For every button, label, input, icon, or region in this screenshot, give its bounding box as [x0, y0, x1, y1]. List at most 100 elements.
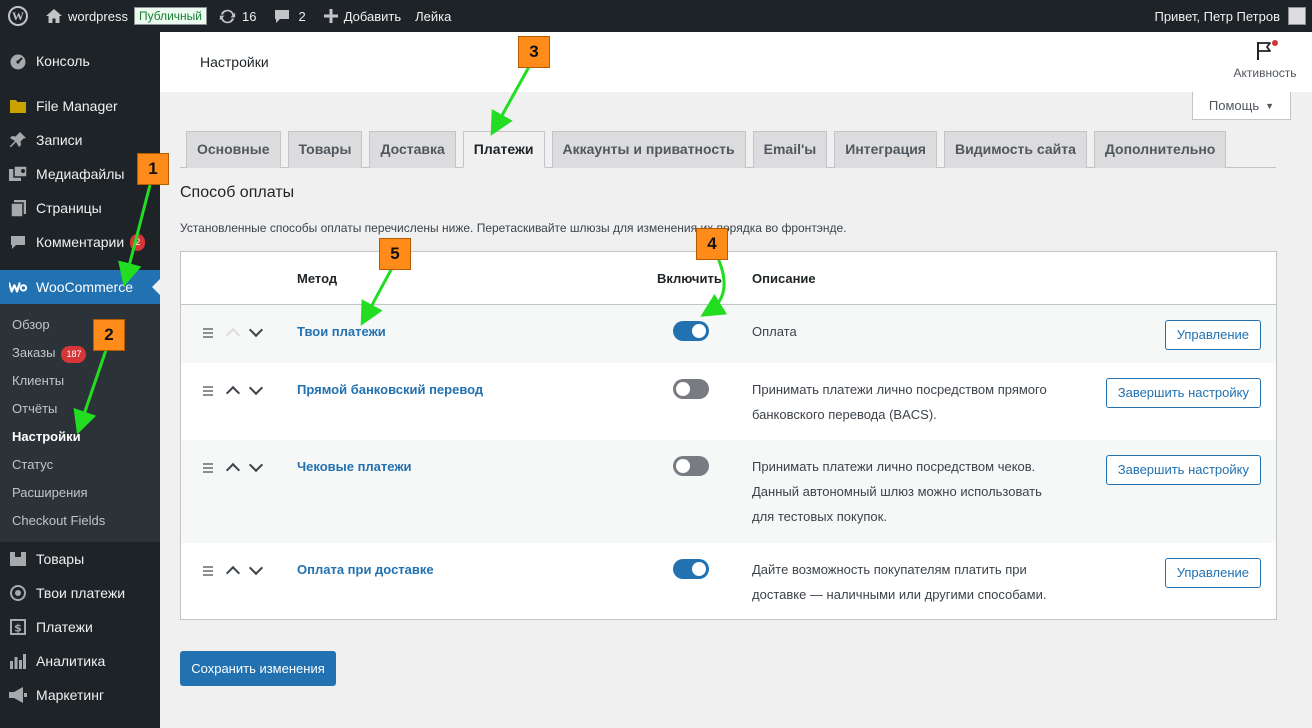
drag-handle-icon[interactable] [203, 386, 213, 398]
submenu-label: Обзор [12, 317, 50, 332]
finish-setup-button[interactable]: Завершить настройку [1105, 455, 1261, 485]
table-row: Чековые платежи Принимать платежи лично … [181, 440, 1276, 543]
sidebar-item-media[interactable]: Медиафайлы [0, 157, 160, 191]
tab-accounts-privacy[interactable]: Аккаунты и приватность [551, 131, 746, 168]
sidebar-item-pages[interactable]: Страницы [0, 191, 160, 225]
add-new-link[interactable]: Добавить [318, 0, 407, 32]
drag-handle-icon[interactable] [203, 328, 213, 340]
description-line: Данный автономный шлюз можно использоват… [752, 484, 1042, 499]
move-down-icon[interactable] [248, 457, 264, 473]
annotation-badge-4: 4 [696, 228, 728, 260]
tab-general[interactable]: Основные [186, 131, 281, 168]
sidebar-item-file-manager[interactable]: File Manager [0, 89, 160, 123]
help-button[interactable]: Помощь ▼ [1192, 92, 1291, 120]
gateway-description: Дайте возможность покупателям платить пр… [752, 557, 1092, 607]
submenu-item-customers[interactable]: Клиенты [0, 367, 160, 395]
wordpress-icon: W [8, 6, 28, 26]
description-line: для тестовых покупок. [752, 509, 887, 524]
help-label: Помощь [1208, 98, 1260, 113]
move-up-icon[interactable] [225, 462, 241, 478]
wordpress-logo-button[interactable]: W [0, 0, 40, 32]
submenu-item-reports[interactable]: Отчёты [0, 395, 160, 423]
save-changes-button[interactable]: Сохранить изменения [180, 651, 336, 686]
submenu-label: Настройки [12, 429, 81, 444]
manage-button[interactable]: Управление [1164, 320, 1261, 350]
sidebar-item-comments[interactable]: Комментарии 2 [0, 225, 160, 259]
sidebar-item-label: Твои платежи [36, 585, 126, 601]
woocommerce-submenu: Обзор Заказы 187 Клиенты Отчёты Настройки… [0, 304, 160, 542]
manage-button[interactable]: Управление [1164, 558, 1261, 588]
sidebar-item-marketing[interactable]: Маркетинг [0, 678, 160, 712]
sidebar-item-posts[interactable]: Записи [0, 123, 160, 157]
my-account[interactable]: Привет, Петр Петров [1154, 7, 1312, 25]
gateway-enable-toggle[interactable] [673, 379, 709, 399]
move-up-icon[interactable] [225, 565, 241, 581]
gateway-name-link[interactable]: Твои платежи [297, 324, 386, 339]
submenu-label: Клиенты [12, 373, 65, 388]
annotation-badge-3: 3 [518, 36, 550, 68]
products-icon [9, 550, 27, 568]
submenu-item-orders[interactable]: Заказы 187 [0, 339, 160, 367]
move-down-icon[interactable] [248, 322, 264, 338]
submenu-label: Статус [12, 457, 54, 472]
drag-handle-icon[interactable] [203, 463, 213, 475]
tab-shipping[interactable]: Доставка [369, 131, 456, 168]
tab-advanced[interactable]: Дополнительно [1093, 131, 1227, 168]
move-down-icon[interactable] [248, 560, 264, 576]
page-header: Настройки Активность [160, 32, 1312, 92]
public-badge: Публичный [133, 7, 207, 25]
gateway-enable-toggle[interactable] [673, 456, 709, 476]
tab-products[interactable]: Товары [287, 131, 363, 168]
gateway-name-link[interactable]: Чековые платежи [297, 459, 412, 474]
submenu-item-status[interactable]: Статус [0, 451, 160, 479]
drag-handle-icon[interactable] [203, 566, 213, 578]
gateway-enable-toggle[interactable] [673, 321, 709, 341]
sidebar-item-label: WooCommerce [36, 279, 133, 295]
finish-setup-button[interactable]: Завершить настройку [1105, 378, 1261, 408]
sidebar-item-your-payments[interactable]: Твои платежи [0, 576, 160, 610]
sidebar-item-dashboard[interactable]: Консоль [0, 44, 160, 78]
home-icon [46, 9, 62, 23]
activity-button[interactable]: Активность [1230, 40, 1300, 80]
admin-sidebar: Консоль File Manager Записи Медиафайлы С… [0, 32, 160, 728]
submenu-item-overview[interactable]: Обзор [0, 311, 160, 339]
description-line: банковского перевода (BACS). [752, 407, 937, 422]
gateway-enable-toggle[interactable] [673, 559, 709, 579]
sidebar-item-label: Страницы [36, 200, 102, 216]
greeting: Привет, Петр Петров [1154, 8, 1280, 24]
move-down-icon[interactable] [248, 380, 264, 396]
updates-count: 16 [241, 8, 257, 24]
submenu-label: Checkout Fields [12, 513, 106, 528]
site-name-link[interactable]: wordpress Публичный [40, 0, 213, 32]
updates-link[interactable]: 16 [213, 0, 262, 32]
sidebar-item-label: File Manager [36, 98, 118, 114]
annotation-badge-5: 5 [379, 238, 411, 270]
media-icon [9, 165, 27, 183]
description-line: Дайте возможность покупателям платить пр… [752, 562, 1027, 577]
folder-icon [9, 97, 27, 115]
move-up-icon[interactable] [225, 385, 241, 401]
leyka-link[interactable]: Лейка [409, 0, 457, 32]
gateway-description: Принимать платежи лично посредством чеко… [752, 454, 1092, 529]
submenu-item-checkout-fields[interactable]: Checkout Fields [0, 507, 160, 535]
submenu-label: Расширения [12, 485, 88, 500]
sidebar-item-analytics[interactable]: Аналитика [0, 644, 160, 678]
comments-count: 2 [298, 8, 306, 24]
table-header: Метод Включить Описание [181, 252, 1276, 305]
submenu-item-settings[interactable]: Настройки [0, 423, 160, 451]
comment-icon [275, 9, 290, 23]
gateway-name-link[interactable]: Прямой банковский перевод [297, 382, 483, 397]
admin-bar: W wordpress Публичный 16 2 Добавить Лейк… [0, 0, 1312, 32]
tab-site-visibility[interactable]: Видимость сайта [943, 131, 1087, 168]
sidebar-item-payments[interactable]: $ Платежи [0, 610, 160, 644]
tab-integration[interactable]: Интеграция [834, 131, 937, 168]
gateway-name-link[interactable]: Оплата при доставке [297, 562, 434, 577]
tab-emails[interactable]: Email'ы [752, 131, 828, 168]
submenu-item-extensions[interactable]: Расширения [0, 479, 160, 507]
table-row: Оплата при доставке Дайте возможность по… [181, 543, 1276, 619]
comments-link[interactable]: 2 [268, 0, 311, 32]
tab-payments[interactable]: Платежи [462, 131, 545, 168]
sidebar-item-products[interactable]: Товары [0, 542, 160, 576]
sidebar-item-woocommerce[interactable]: WooCommerce [0, 270, 160, 304]
payments-circle-icon [9, 584, 27, 602]
